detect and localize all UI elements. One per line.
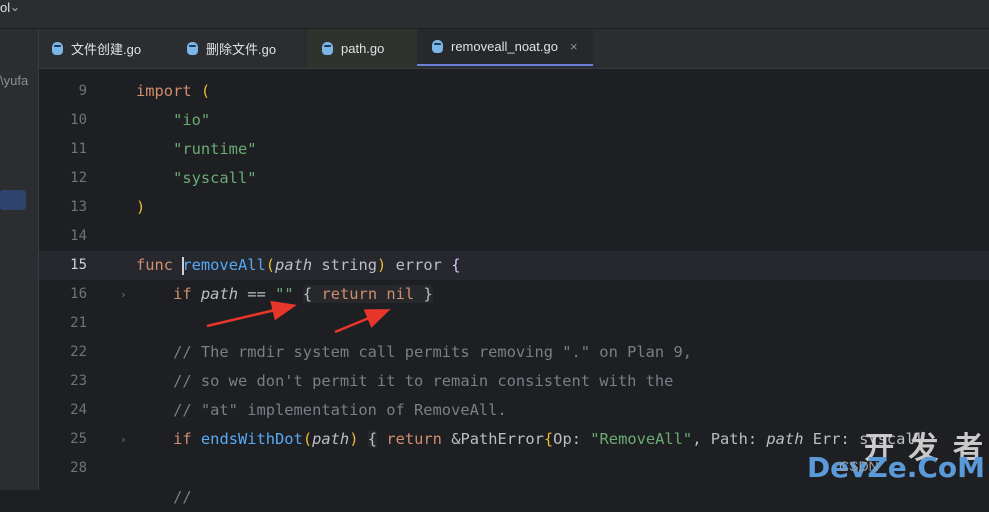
code-line-13: ) xyxy=(136,198,146,216)
code-line-22: // The rmdir system call permits removin… xyxy=(173,343,692,361)
code-line-16: if path == "" { return nil } xyxy=(173,285,433,303)
code-line-10: "io" xyxy=(173,111,211,129)
go-file-icon xyxy=(432,40,443,53)
watermark: 开 发 者 DevZe.CoM CSDN xyxy=(806,431,985,484)
go-file-icon xyxy=(52,42,63,55)
tab-delete-file[interactable]: 删除文件.go xyxy=(187,29,276,68)
code-line-24: // "at" implementation of RemoveAll. xyxy=(173,401,507,419)
code-line-12: "syscall" xyxy=(173,169,257,187)
code-line-25: if endsWithDot(path) { return &PathError… xyxy=(173,430,924,448)
code-line-29: // xyxy=(173,488,192,506)
tab-label: path.go xyxy=(341,41,385,56)
tab-label: 删除文件.go xyxy=(206,42,277,57)
tab-removeall-noat[interactable]: removeall_noat.go × xyxy=(417,29,593,66)
tab-file-create[interactable]: 文件创建.go xyxy=(52,29,141,68)
close-icon[interactable]: × xyxy=(570,39,578,54)
go-file-icon xyxy=(322,42,333,55)
tab-path-go[interactable]: path.go xyxy=(307,29,417,68)
code-line-15: func removeAll(path string) error { xyxy=(136,256,461,275)
chevron-down-icon[interactable]: ⌄ xyxy=(10,0,20,14)
title-bar: ol ⌄ xyxy=(0,0,989,29)
go-file-icon xyxy=(187,42,198,55)
editor-tab-bar: 文件创建.go 删除文件.go path.go removeall_noat.g… xyxy=(39,29,989,69)
tab-label: 文件创建.go xyxy=(71,42,142,57)
project-name[interactable]: ol xyxy=(0,0,10,28)
tab-label: removeall_noat.go xyxy=(451,39,558,54)
code-line-11: "runtime" xyxy=(173,140,257,158)
code-line-9: import ( xyxy=(136,82,211,100)
code-line-23: // so we don't permit it to remain consi… xyxy=(173,372,674,390)
